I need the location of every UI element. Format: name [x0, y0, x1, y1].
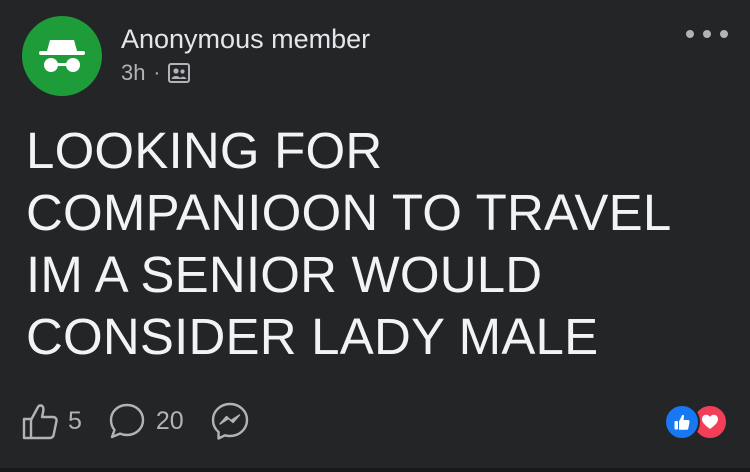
- messenger-share-button[interactable]: [210, 401, 250, 441]
- post-text-line: LOOKING FOR: [26, 122, 383, 179]
- incognito-icon: [39, 40, 85, 72]
- post-time[interactable]: 3h: [121, 60, 145, 86]
- author-name[interactable]: Anonymous member: [121, 24, 370, 55]
- like-reaction-icon: [664, 404, 700, 440]
- post-text-line: CONSIDER LADY MALE: [26, 308, 599, 365]
- post-text-line: IM A SENIOR WOULD: [26, 246, 543, 303]
- like-button[interactable]: 5: [22, 402, 82, 440]
- reactions-summary[interactable]: [664, 404, 728, 440]
- post-text-line: COMPANIOON TO TRAVEL: [26, 184, 672, 241]
- action-bar: 5 20: [22, 398, 250, 444]
- group-members-icon: [168, 63, 191, 83]
- post-meta: 3h ·: [121, 60, 191, 86]
- comment-count: 20: [155, 406, 184, 435]
- comment-button[interactable]: 20: [108, 402, 184, 440]
- thumbs-up-icon: [22, 404, 58, 440]
- meta-separator: ·: [153, 62, 161, 84]
- avatar[interactable]: [22, 16, 102, 96]
- post-text: LOOKING FOR COMPANIOON TO TRAVEL IM A SE…: [26, 120, 726, 368]
- more-options-icon[interactable]: [686, 22, 728, 46]
- like-count: 5: [68, 406, 82, 435]
- messenger-icon: [211, 402, 248, 440]
- comment-bubble-icon: [109, 403, 145, 439]
- divider: [0, 468, 750, 472]
- post-card: Anonymous member 3h · LOOKING FOR COMPAN…: [0, 0, 750, 472]
